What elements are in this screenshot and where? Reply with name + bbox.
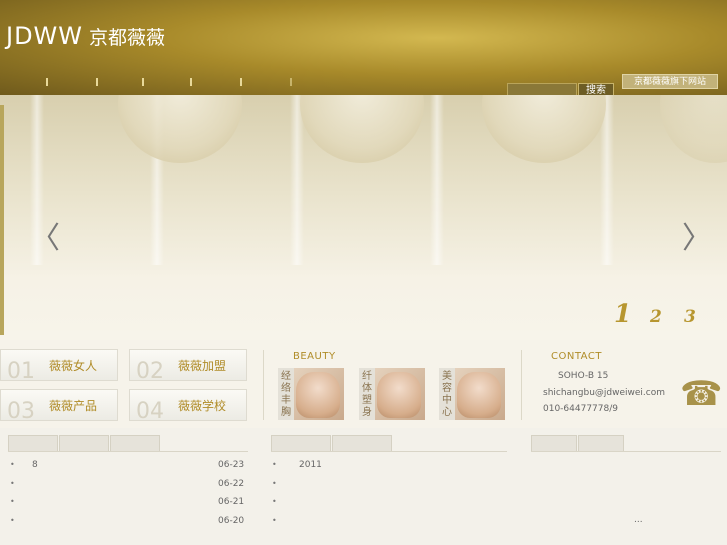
list-bullet: •	[272, 497, 277, 506]
list-item[interactable]: 8	[32, 460, 38, 470]
nav-separator	[96, 78, 98, 86]
tile-number: 02	[136, 359, 164, 384]
more-link[interactable]: ...	[634, 515, 643, 525]
contact-email[interactable]: shichangbu@jdweiwei.com	[543, 388, 665, 398]
list-bullet: •	[10, 479, 15, 488]
banner-orb	[482, 95, 606, 163]
beauty-item-spa[interactable]: 美容中心	[439, 368, 505, 420]
list-item[interactable]: 2011	[299, 460, 322, 470]
tab-underline	[531, 451, 721, 452]
logo-latin: JDWW	[6, 22, 84, 50]
list-date: 06-22	[218, 479, 245, 489]
beauty-image	[296, 372, 340, 418]
tile-number: 03	[7, 399, 35, 424]
contact-address: SOHO-B 15	[558, 371, 609, 381]
tab-activity-1[interactable]	[271, 435, 331, 452]
banner-orb	[660, 95, 727, 163]
slide-page-1[interactable]: 1	[614, 299, 631, 328]
tile-label: 薇薇女人	[49, 359, 98, 373]
banner-orb	[300, 95, 424, 163]
beauty-tag: 纤体塑身	[359, 368, 375, 420]
tab-more-1[interactable]	[531, 435, 577, 452]
nav-tile-products[interactable]: 03 薇薇产品	[0, 389, 118, 424]
nav-tile-franchise[interactable]: 02 薇薇加盟	[129, 349, 247, 384]
beauty-tag: 经络丰胸	[278, 368, 294, 420]
list-bullet: •	[10, 460, 15, 469]
section-divider	[263, 350, 264, 420]
list-bullet: •	[272, 479, 277, 488]
list-bullet: •	[10, 516, 15, 525]
tile-number: 04	[136, 399, 164, 424]
list-date: 06-20	[218, 516, 245, 526]
tile-label: 薇薇加盟	[178, 359, 227, 373]
nav-separator	[46, 78, 48, 86]
banner-decoration	[430, 95, 444, 265]
tab-news-1[interactable]	[8, 435, 58, 452]
list-date: 06-23	[218, 460, 245, 470]
logo-chinese: 京都薇薇	[89, 27, 166, 49]
nav-separator	[190, 78, 192, 86]
list-date: 06-21	[218, 497, 245, 507]
list-bullet: •	[272, 516, 277, 525]
nav-tile-school[interactable]: 04 薇薇学校	[129, 389, 247, 424]
phone-icon: ☎	[680, 374, 723, 414]
site-logo[interactable]: JDWW 京都薇薇	[6, 22, 165, 50]
header: JDWW 京都薇薇	[0, 0, 727, 95]
beauty-item-bust[interactable]: 经络丰胸	[278, 368, 344, 420]
banner-orb	[118, 95, 242, 163]
list-bullet: •	[10, 497, 15, 506]
nav-tile-women[interactable]: 01 薇薇女人	[0, 349, 118, 384]
tab-underline	[8, 451, 248, 452]
nav-separator	[290, 78, 292, 86]
beauty-image	[377, 372, 421, 418]
nav-separator	[142, 78, 144, 86]
slide-page-2[interactable]: 2	[650, 307, 662, 327]
nav-separator	[240, 78, 242, 86]
slide-page-3[interactable]: 3	[684, 307, 696, 327]
prev-arrow-icon[interactable]: 〈	[30, 213, 60, 257]
sister-sites-dropdown[interactable]: 京都薇薇旗下网站	[622, 74, 718, 89]
section-divider	[521, 350, 522, 420]
list-bullet: •	[272, 460, 277, 469]
banner-edge	[0, 105, 4, 335]
next-arrow-icon[interactable]: 〉	[682, 213, 712, 257]
beauty-tag: 美容中心	[439, 368, 455, 420]
tile-label: 薇薇学校	[178, 399, 227, 413]
contact-phone: 010-64477778/9	[543, 404, 618, 414]
tab-more-2[interactable]	[578, 435, 624, 452]
tile-number: 01	[7, 359, 35, 384]
tile-label: 薇薇产品	[49, 399, 98, 413]
beauty-image	[457, 372, 501, 418]
tab-news-2[interactable]	[59, 435, 109, 452]
tab-underline	[271, 451, 507, 452]
hero-banner: 〈 〉 1 2 3	[0, 95, 727, 340]
beauty-item-slimming[interactable]: 纤体塑身	[359, 368, 425, 420]
tab-activity-2[interactable]	[332, 435, 392, 452]
beauty-title: BEAUTY	[293, 351, 336, 362]
tab-news-3[interactable]	[110, 435, 160, 452]
contact-title: CONTACT	[551, 351, 602, 362]
